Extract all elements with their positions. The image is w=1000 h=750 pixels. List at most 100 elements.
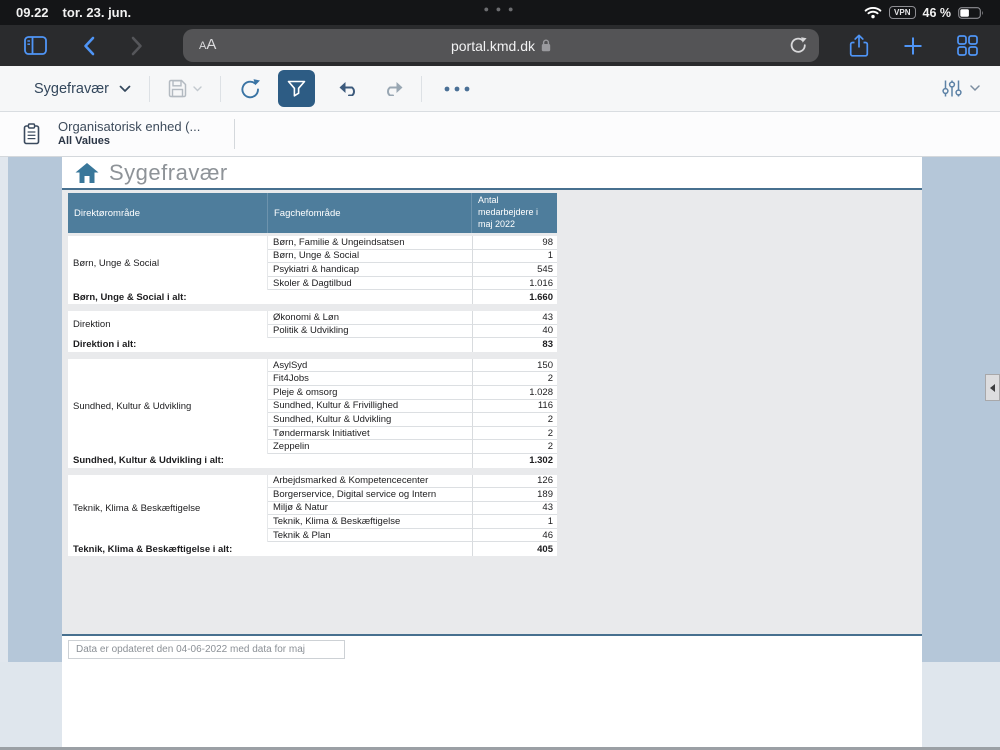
cell-antal[interactable]: 545 [472, 263, 557, 277]
group-total-spacer [268, 542, 472, 556]
view-settings-button[interactable] [942, 79, 980, 98]
filter-icon [287, 80, 306, 97]
filter-chip-title: Organisatorisk enhed (... [58, 119, 200, 135]
group-total-label: Sundhed, Kultur & Udvikling i alt: [68, 454, 268, 468]
page-margin-right [922, 157, 1000, 662]
group-total-label: Børn, Unge & Social i alt: [68, 290, 268, 304]
lock-icon [541, 39, 551, 52]
panel-collapse-button[interactable] [985, 374, 1000, 401]
sick-leave-table: Direktørområde Fagchefområde Antal medar… [68, 193, 557, 556]
cell-antal[interactable]: 1 [472, 515, 557, 529]
sidebar-toggle-button[interactable] [24, 36, 47, 55]
table-group: Teknik, Klima & BeskæftigelseArbejdsmark… [68, 475, 557, 557]
cell-antal[interactable]: 43 [472, 311, 557, 325]
filter-bar: Organisatorisk enhed (... All Values [0, 112, 1000, 157]
cell-antal[interactable]: 46 [472, 529, 557, 543]
url-text: portal.kmd.dk [451, 38, 535, 54]
cell-fagchefomraade[interactable]: Økonomi & Løn [268, 311, 472, 325]
table-group: Sundhed, Kultur & UdviklingAsylSyd150Fit… [68, 359, 557, 468]
back-button[interactable] [83, 36, 95, 56]
toolbar-separator [149, 76, 150, 102]
column-header-direktoromraade[interactable]: Direktørområde [68, 193, 268, 233]
home-icon[interactable] [74, 162, 100, 184]
toolbar-separator [421, 76, 422, 102]
ellipsis-icon [444, 86, 470, 92]
reload-button[interactable] [789, 35, 808, 55]
cell-antal[interactable]: 150 [472, 359, 557, 373]
redo-button[interactable] [382, 81, 403, 96]
cell-fagchefomraade[interactable]: Pleje & omsorg [268, 386, 472, 400]
group-total-value: 1.302 [472, 454, 557, 468]
battery-icon [958, 7, 984, 19]
group-total-spacer [268, 290, 472, 304]
group-label: Sundhed, Kultur & Udvikling [68, 359, 268, 454]
cell-fagchefomraade[interactable]: Børn, Unge & Social [268, 250, 472, 264]
status-icons: VPN 46 % [864, 6, 984, 20]
cell-antal[interactable]: 1.028 [472, 386, 557, 400]
cell-antal[interactable]: 2 [472, 372, 557, 386]
cell-antal[interactable]: 2 [472, 427, 557, 441]
cell-fagchefomraade[interactable]: Arbejdsmarked & Kompetencecenter [268, 475, 472, 489]
cell-fagchefomraade[interactable]: Sundhed, Kultur & Frivillighed [268, 400, 472, 414]
filter-button[interactable] [278, 70, 315, 107]
chevron-left-icon [990, 384, 995, 392]
sliders-icon [942, 79, 962, 98]
filter-chip-org-unit[interactable]: Organisatorisk enhed (... All Values [58, 119, 200, 149]
filter-separator [234, 119, 235, 149]
cell-fagchefomraade[interactable]: Teknik & Plan [268, 529, 472, 543]
new-tab-button[interactable] [903, 36, 923, 56]
cell-fagchefomraade[interactable]: Borgerservice, Digital service og Intern [268, 488, 472, 502]
save-icon [168, 79, 187, 98]
status-date: tor. 23. jun. [63, 5, 132, 20]
status-bar: 09.22 tor. 23. jun. ● ● ● VPN 46 % [0, 0, 1000, 25]
cell-fagchefomraade[interactable]: Miljø & Natur [268, 502, 472, 516]
share-button[interactable] [849, 34, 869, 58]
vpn-badge: VPN [889, 6, 915, 19]
save-button[interactable] [168, 79, 202, 98]
cell-fagchefomraade[interactable]: Børn, Familie & Ungeindsatsen [268, 236, 472, 250]
cell-fagchefomraade[interactable]: Tøndermarsk Initiativet [268, 427, 472, 441]
group-total-label: Teknik, Klima & Beskæftigelse i alt: [68, 542, 268, 556]
cell-antal[interactable]: 2 [472, 413, 557, 427]
cell-fagchefomraade[interactable]: Psykiatri & handicap [268, 263, 472, 277]
cell-antal[interactable]: 126 [472, 475, 557, 489]
refresh-button[interactable] [239, 77, 262, 100]
tabs-overview-button[interactable] [957, 35, 978, 56]
data-updated-note: Data er opdateret den 04-06-2022 med dat… [68, 640, 345, 659]
cell-fagchefomraade[interactable]: Zeppelin [268, 440, 472, 454]
column-header-fagchefomraade[interactable]: Fagchefområde [268, 193, 472, 233]
cell-fagchefomraade[interactable]: AsylSyd [268, 359, 472, 373]
cell-fagchefomraade[interactable]: Politik & Udvikling [268, 325, 472, 339]
group-total-value: 405 [472, 542, 557, 556]
table-body: Børn, Unge & SocialBørn, Familie & Ungei… [68, 236, 557, 556]
group-label: Teknik, Klima & Beskæftigelse [68, 475, 268, 543]
address-bar[interactable]: AA portal.kmd.dk [183, 29, 819, 62]
cell-antal[interactable]: 43 [472, 502, 557, 516]
cell-fagchefomraade[interactable]: Skoler & Dagtilbud [268, 277, 472, 291]
status-time-date: 09.22 tor. 23. jun. [16, 5, 131, 20]
cell-antal[interactable]: 1.016 [472, 277, 557, 291]
cell-antal[interactable]: 189 [472, 488, 557, 502]
page-margin-left [0, 157, 62, 662]
cell-antal[interactable]: 40 [472, 325, 557, 339]
cell-antal[interactable]: 98 [472, 236, 557, 250]
cell-fagchefomraade[interactable]: Fit4Jobs [268, 372, 472, 386]
forward-button[interactable] [131, 36, 143, 56]
table-group: DirektionØkonomi & Løn43Politik & Udvikl… [68, 311, 557, 352]
group-total-label: Direktion i alt: [68, 338, 268, 352]
cell-antal[interactable]: 116 [472, 400, 557, 414]
table-header-row: Direktørområde Fagchefområde Antal medar… [68, 193, 557, 233]
cell-antal[interactable]: 1 [472, 250, 557, 264]
group-total-value: 83 [472, 338, 557, 352]
chevron-down-icon [193, 86, 202, 92]
more-options-button[interactable] [444, 86, 470, 92]
report-selector[interactable]: Sygefravær [34, 81, 131, 97]
undo-button[interactable] [339, 81, 360, 96]
cell-fagchefomraade[interactable]: Sundhed, Kultur & Udvikling [268, 413, 472, 427]
group-label: Børn, Unge & Social [68, 236, 268, 290]
report-toolbar: Sygefravær [0, 66, 1000, 112]
cell-antal[interactable]: 2 [472, 440, 557, 454]
group-total-spacer [268, 338, 472, 352]
column-header-antal[interactable]: Antal medarbejdere i maj 2022 [472, 193, 557, 233]
cell-fagchefomraade[interactable]: Teknik, Klima & Beskæftigelse [268, 515, 472, 529]
